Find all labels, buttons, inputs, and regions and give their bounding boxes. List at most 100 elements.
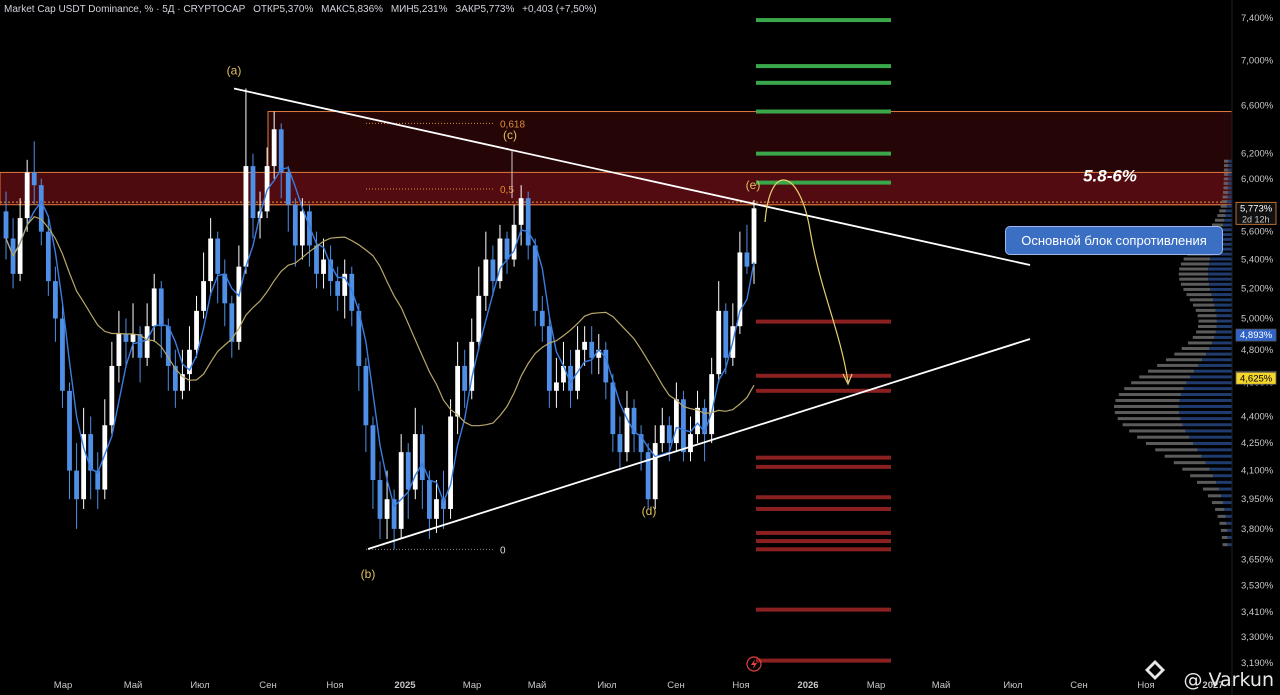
profile-bar: [1124, 387, 1184, 391]
x-tick-label: 2025: [394, 680, 416, 691]
profile-bar: [1216, 480, 1232, 484]
candle-body: [74, 470, 79, 500]
profile-bar: [1212, 341, 1232, 345]
candle-body: [201, 281, 206, 311]
candle-body: [116, 333, 122, 366]
profile-bar: [1118, 393, 1182, 397]
y-tick-label: 3,300%: [1241, 632, 1274, 643]
candle-body: [426, 480, 432, 519]
candle-body: [737, 252, 743, 327]
profile-bar: [1207, 494, 1222, 498]
profile-bar: [1220, 204, 1227, 208]
profile-bar: [1193, 441, 1232, 445]
candle-body: [434, 499, 439, 519]
candle-body: [250, 166, 256, 219]
candle-body: [158, 288, 164, 327]
profile-bar: [1115, 398, 1180, 402]
profile-bar: [1223, 172, 1229, 176]
volume-node-bar: [756, 64, 891, 69]
profile-bar: [1178, 404, 1232, 408]
candle-body: [610, 382, 616, 435]
x-tick-label: Сен: [1070, 680, 1087, 691]
volume-node-bar: [756, 80, 891, 85]
candle-body: [532, 245, 538, 311]
x-tick-label: Сен: [667, 680, 684, 691]
profile-bar: [1205, 461, 1232, 465]
profile-bar: [1208, 272, 1232, 276]
candle-body: [215, 238, 221, 274]
profile-bar: [1223, 190, 1228, 194]
profile-bar: [1192, 335, 1215, 339]
volume-node-bar: [756, 151, 891, 156]
profile-bar: [1145, 441, 1194, 445]
x-tick-label: Июл: [190, 680, 209, 691]
profile-bar: [1227, 200, 1232, 204]
y-tick-label: 5,200%: [1241, 283, 1274, 294]
profile-bar: [1197, 448, 1232, 452]
x-tick-label: Мар: [54, 680, 73, 691]
profile-bar: [1155, 448, 1198, 452]
profile-bar: [1228, 168, 1232, 172]
profile-bar: [1228, 164, 1232, 168]
x-tick-label: Июл: [597, 680, 616, 691]
low-value: МИН5,231%: [390, 4, 448, 15]
profile-bar: [1217, 514, 1226, 518]
candle-body: [751, 208, 757, 264]
y-tick-label: 6,200%: [1241, 149, 1274, 160]
profile-bar: [1209, 347, 1232, 351]
candle-body: [363, 365, 369, 426]
profile-bar: [1221, 200, 1228, 204]
profile-bar: [1157, 363, 1199, 367]
y-tick-label: 7,400%: [1241, 13, 1274, 24]
candle-body: [546, 326, 552, 391]
profile-bar: [1206, 352, 1232, 356]
candle-body: [45, 231, 51, 282]
profile-bar: [1180, 262, 1210, 266]
candle-body: [52, 281, 58, 319]
profile-bar: [1211, 293, 1232, 297]
profile-bar: [1148, 369, 1195, 373]
x-tick-label: Ноя: [326, 680, 343, 691]
price-tag-value: 4,625%: [1240, 373, 1273, 384]
profile-bar: [1222, 543, 1228, 547]
symbol-label: Market Cap USDT Dominance, % · 5Д · CRYP…: [4, 4, 246, 15]
profile-bar: [1195, 308, 1216, 312]
profile-bar: [1182, 423, 1232, 427]
profile-bar: [1214, 335, 1232, 339]
profile-bar: [1227, 195, 1232, 199]
profile-bar: [1190, 375, 1232, 379]
profile-bar: [1226, 204, 1232, 208]
profile-bar: [1180, 282, 1210, 286]
y-tick-label: 4,400%: [1241, 411, 1274, 422]
profile-bar: [1202, 358, 1232, 362]
y-tick-label: 6,000%: [1241, 174, 1274, 185]
profile-bar: [1209, 262, 1232, 266]
profile-bar: [1224, 507, 1232, 511]
x-tick-label: Ноя: [732, 680, 749, 691]
profile-bar: [1202, 487, 1219, 491]
candle-body: [3, 211, 9, 239]
profile-bar: [1179, 277, 1209, 281]
volume-node-bar: [756, 373, 891, 378]
change-value: +0,403 (+7,50%): [522, 4, 597, 15]
lower-trendline: [367, 338, 1031, 550]
volume-node-bar: [756, 109, 891, 114]
profile-bar: [1192, 303, 1215, 307]
profile-bar: [1228, 172, 1232, 176]
price-chart[interactable]: 5.8-6%0,6180,50(a)(b)(c)(d)(e)7,400%7,00…: [0, 0, 1280, 695]
x-tick-label: Сен: [259, 680, 276, 691]
profile-bar: [1122, 423, 1183, 427]
chart-header: Market Cap USDT Dominance, % · 5Д · CRYP…: [4, 4, 602, 15]
candle-body: [137, 333, 143, 358]
profile-bar: [1180, 417, 1232, 421]
candle-body: [384, 499, 390, 519]
y-tick-label: 4,100%: [1241, 466, 1274, 477]
wave-label: (b): [361, 567, 376, 581]
candle-body: [617, 434, 623, 453]
candle-body: [377, 480, 383, 519]
wave-label: (c): [503, 128, 517, 142]
profile-bar: [1222, 195, 1228, 199]
profile-bar: [1219, 521, 1227, 525]
profile-bar: [1215, 507, 1225, 511]
profile-bar: [1187, 341, 1213, 345]
